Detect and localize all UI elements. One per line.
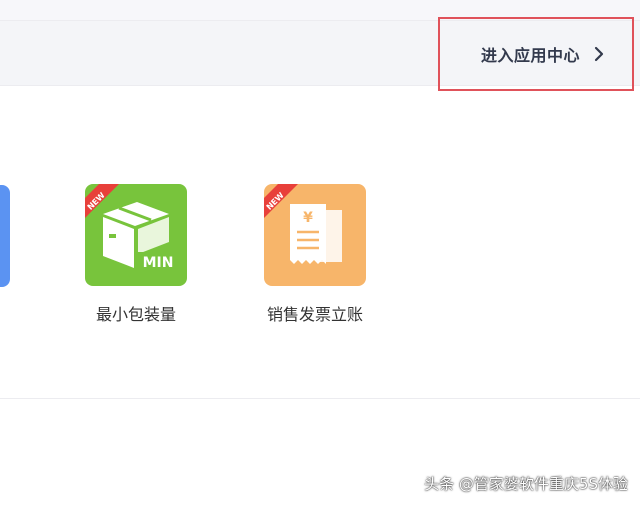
app-label-min-package: 最小包装量 (95, 305, 176, 324)
partial-app-tile[interactable] (0, 185, 10, 287)
app-center-page: 进入应用中心 MIN NEW 最小包装量 ¥ NEW 销售发票立账 头条 @管家… (0, 0, 640, 506)
min-label: MIN (143, 255, 174, 271)
new-ribbon-icon: NEW (264, 184, 298, 218)
app-label-sales-invoice: 销售发票立账 (266, 305, 363, 324)
enter-app-center-label: 进入应用中心 (480, 46, 580, 65)
section-divider (0, 398, 640, 399)
min-box-icon: MIN NEW (85, 184, 187, 286)
new-ribbon-icon: NEW (85, 184, 119, 218)
chevron-right-icon (594, 46, 604, 62)
enter-app-center-link[interactable]: 进入应用中心 (438, 17, 634, 91)
invoice-receipt-icon: ¥ NEW (264, 184, 366, 286)
app-item-min-package[interactable]: MIN NEW 最小包装量 (71, 184, 201, 324)
app-item-sales-invoice[interactable]: ¥ NEW 销售发票立账 (250, 184, 380, 324)
watermark-text: 头条 @管家婆软件重庆5S体验 (424, 475, 628, 493)
